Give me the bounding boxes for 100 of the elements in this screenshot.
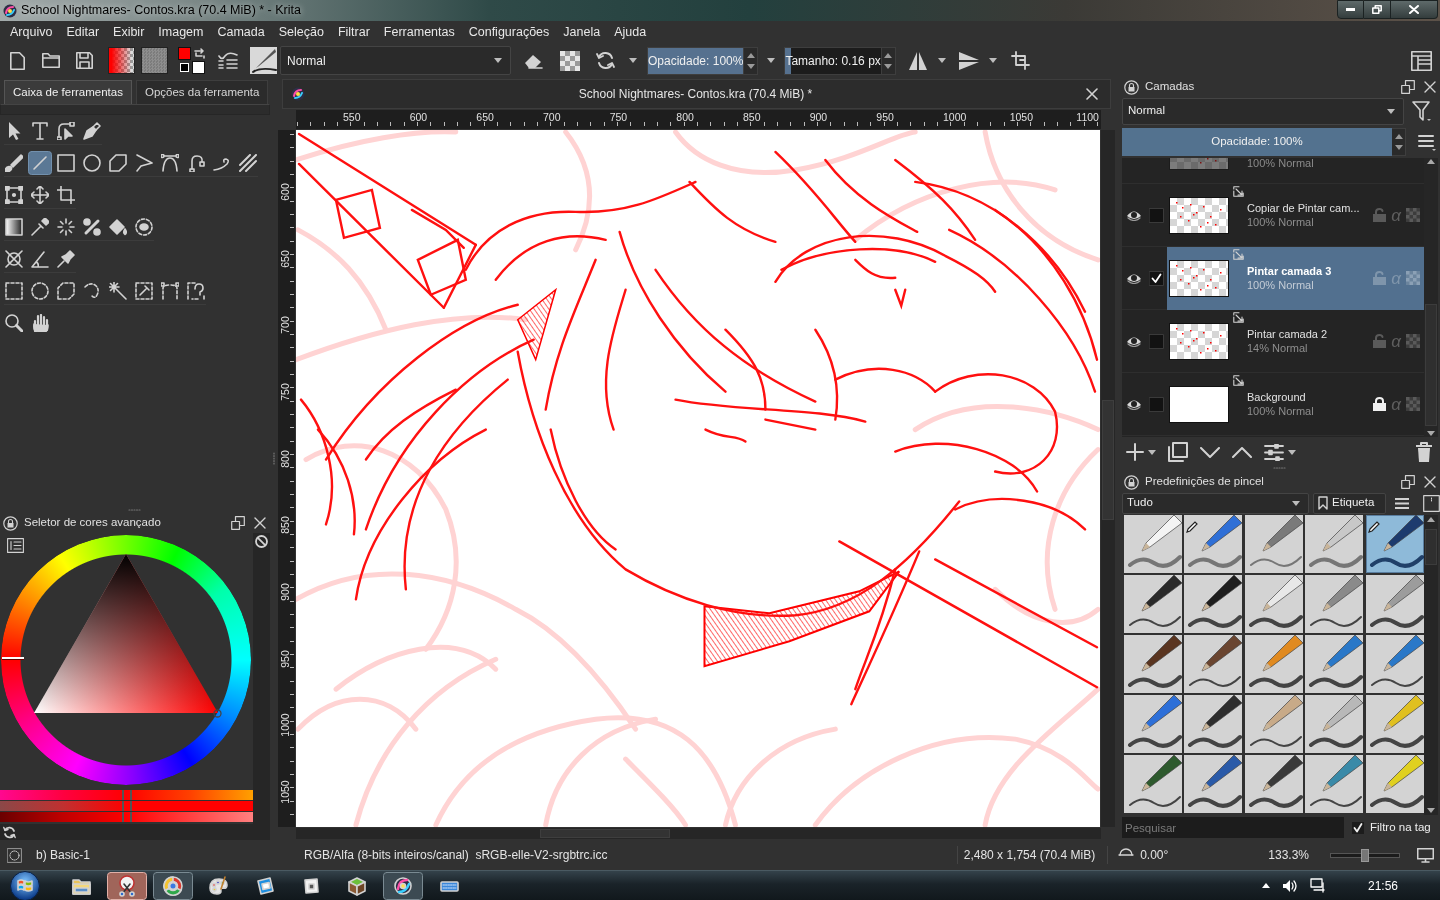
brush-preset-thumbnail[interactable] — [1184, 695, 1243, 753]
panel-tab[interactable]: Caixa de ferramentas — [4, 80, 132, 104]
sliders-icon[interactable] — [1264, 443, 1284, 461]
eye-icon[interactable] — [1126, 272, 1142, 284]
checkerboard-icon[interactable] — [1406, 271, 1420, 285]
lock-icon[interactable] — [1124, 474, 1139, 490]
scrollbar-thumb[interactable] — [1425, 304, 1437, 426]
brush-preset-thumbnail[interactable] — [1305, 635, 1364, 693]
dashed-eyedropper-icon[interactable] — [135, 281, 153, 300]
zoom-value[interactable]: 133.3% — [1268, 846, 1309, 864]
brush-preset-thumbnail[interactable] — [1244, 635, 1303, 693]
color-slider[interactable] — [0, 790, 253, 800]
pin-icon[interactable] — [57, 249, 75, 268]
gradient-swatch[interactable] — [108, 47, 135, 74]
vertical-scrollbar[interactable] — [1101, 130, 1115, 827]
tag-button[interactable]: Etiqueta — [1313, 492, 1386, 514]
caret-icon[interactable] — [1387, 108, 1395, 114]
hue-handle[interactable] — [2, 657, 24, 660]
dashed-curve-icon[interactable] — [161, 281, 179, 300]
ellipse-selection-icon[interactable] — [31, 281, 49, 300]
scroll-down-icon[interactable] — [1427, 431, 1435, 436]
eye-icon[interactable] — [1126, 335, 1142, 347]
text-icon[interactable] — [31, 121, 49, 140]
handles-square-icon[interactable] — [5, 185, 23, 204]
scissors-icon[interactable] — [107, 871, 147, 900]
menu-item[interactable]: Editar — [59, 22, 107, 42]
layer-checkbox[interactable] — [1149, 333, 1164, 349]
color-slider[interactable] — [0, 812, 253, 822]
mini-swatch-icon[interactable] — [180, 63, 189, 72]
scroll-up-icon[interactable] — [1427, 517, 1435, 522]
brush-preset-thumbnail[interactable] — [1124, 755, 1182, 813]
chevron-down-icon[interactable] — [1200, 446, 1220, 458]
brush-preset-thumbnail[interactable] — [1124, 695, 1182, 753]
dashed-circle-icon[interactable] — [135, 217, 153, 236]
polygon-icon[interactable] — [109, 153, 127, 172]
caret-up-icon[interactable] — [1261, 883, 1270, 888]
menu-item[interactable]: Janela — [556, 22, 608, 42]
prohibited-icon[interactable] — [255, 535, 268, 548]
eraser-icon[interactable] — [524, 52, 543, 69]
caret-icon[interactable] — [629, 58, 637, 63]
vertical-scrollbar[interactable] — [1424, 158, 1438, 437]
lasso-icon[interactable] — [83, 281, 101, 300]
checkbox-label[interactable]: Filtro na tag — [1370, 818, 1431, 837]
angle-icon[interactable] — [31, 249, 49, 268]
gradient-icon[interactable] — [5, 217, 23, 236]
menu-item[interactable]: Ajuda — [607, 22, 654, 42]
checkbox[interactable] — [1352, 821, 1364, 834]
search-field[interactable]: Pesquisar — [1122, 817, 1344, 838]
scrollbar-thumb[interactable] — [540, 829, 670, 838]
move-icon[interactable] — [31, 185, 49, 204]
lock-icon[interactable] — [1124, 79, 1139, 95]
brush-preset-thumbnail[interactable] — [1244, 695, 1303, 753]
layer-checkbox[interactable] — [1149, 270, 1164, 286]
layer-row[interactable]: Copiar de Pintar cam... 100% Normal α — [1167, 184, 1424, 247]
speaker-icon[interactable] — [1281, 878, 1298, 893]
checkerboard-icon[interactable] — [1406, 334, 1420, 348]
tag-dropdown[interactable]: Tudo — [1122, 492, 1310, 514]
overlapping-squares-icon[interactable] — [1401, 475, 1415, 489]
vertical-scrollbar[interactable] — [1424, 515, 1438, 815]
brush-preset-thumbnail[interactable] — [1305, 755, 1364, 813]
brush-preset-thumbnail[interactable] — [1365, 695, 1424, 753]
menu-item[interactable]: Configurações — [461, 22, 557, 42]
close-icon[interactable] — [1086, 88, 1098, 100]
brush-preset-thumbnail[interactable] — [1124, 575, 1182, 633]
menu-item[interactable]: Exibir — [106, 22, 152, 42]
zoom-icon[interactable] — [5, 314, 23, 332]
scrollbar-thumb[interactable] — [1102, 400, 1114, 520]
layer-row[interactable]: Pintar camada 2 14% Normal α — [1167, 310, 1424, 373]
spin-arrows-icon[interactable] — [884, 51, 893, 70]
slider-handle[interactable] — [1361, 848, 1369, 862]
eye-icon[interactable] — [1126, 398, 1142, 410]
color-slider[interactable] — [0, 801, 253, 811]
start-button[interactable] — [9, 870, 41, 900]
panel-tab[interactable]: Opções da ferramenta — [135, 80, 269, 104]
path-nodes-icon[interactable] — [187, 153, 205, 172]
trash-icon[interactable] — [1416, 442, 1432, 462]
lock-icon[interactable] — [1373, 397, 1387, 411]
overlapping-squares-icon[interactable] — [1401, 80, 1415, 94]
brush-preset-thumbnail[interactable] — [1184, 575, 1243, 633]
list-icon[interactable] — [7, 538, 24, 553]
brush-icon[interactable] — [5, 153, 23, 172]
brush-preset-thumbnail[interactable] — [1365, 635, 1424, 693]
crossed-circle-icon[interactable] — [5, 249, 23, 268]
brush-preset-thumbnail[interactable] — [1124, 635, 1182, 693]
caret-icon[interactable] — [988, 58, 997, 63]
close-icon[interactable] — [1424, 476, 1436, 488]
drag-handle-icon[interactable] — [273, 452, 275, 466]
chevron-up-icon[interactable] — [1232, 446, 1252, 458]
mirror-horizontal-icon[interactable] — [907, 50, 928, 71]
fill-bucket-icon[interactable] — [109, 217, 127, 236]
eyedropper-icon[interactable] — [31, 217, 49, 236]
polygon-selection-icon[interactable] — [57, 281, 75, 300]
drag-handle-icon[interactable] — [128, 509, 142, 511]
stacked-squares-icon[interactable] — [1168, 442, 1188, 462]
checkerboard-icon[interactable] — [1406, 208, 1420, 222]
dotted-circle-icon[interactable] — [7, 847, 22, 863]
eye-icon[interactable] — [1126, 209, 1142, 221]
size-slider[interactable]: Tamanho: 0.16 px — [784, 46, 882, 75]
layer-row[interactable]: 100% Normal — [1122, 158, 1424, 184]
brush-preset-thumbnail[interactable] — [1244, 575, 1303, 633]
